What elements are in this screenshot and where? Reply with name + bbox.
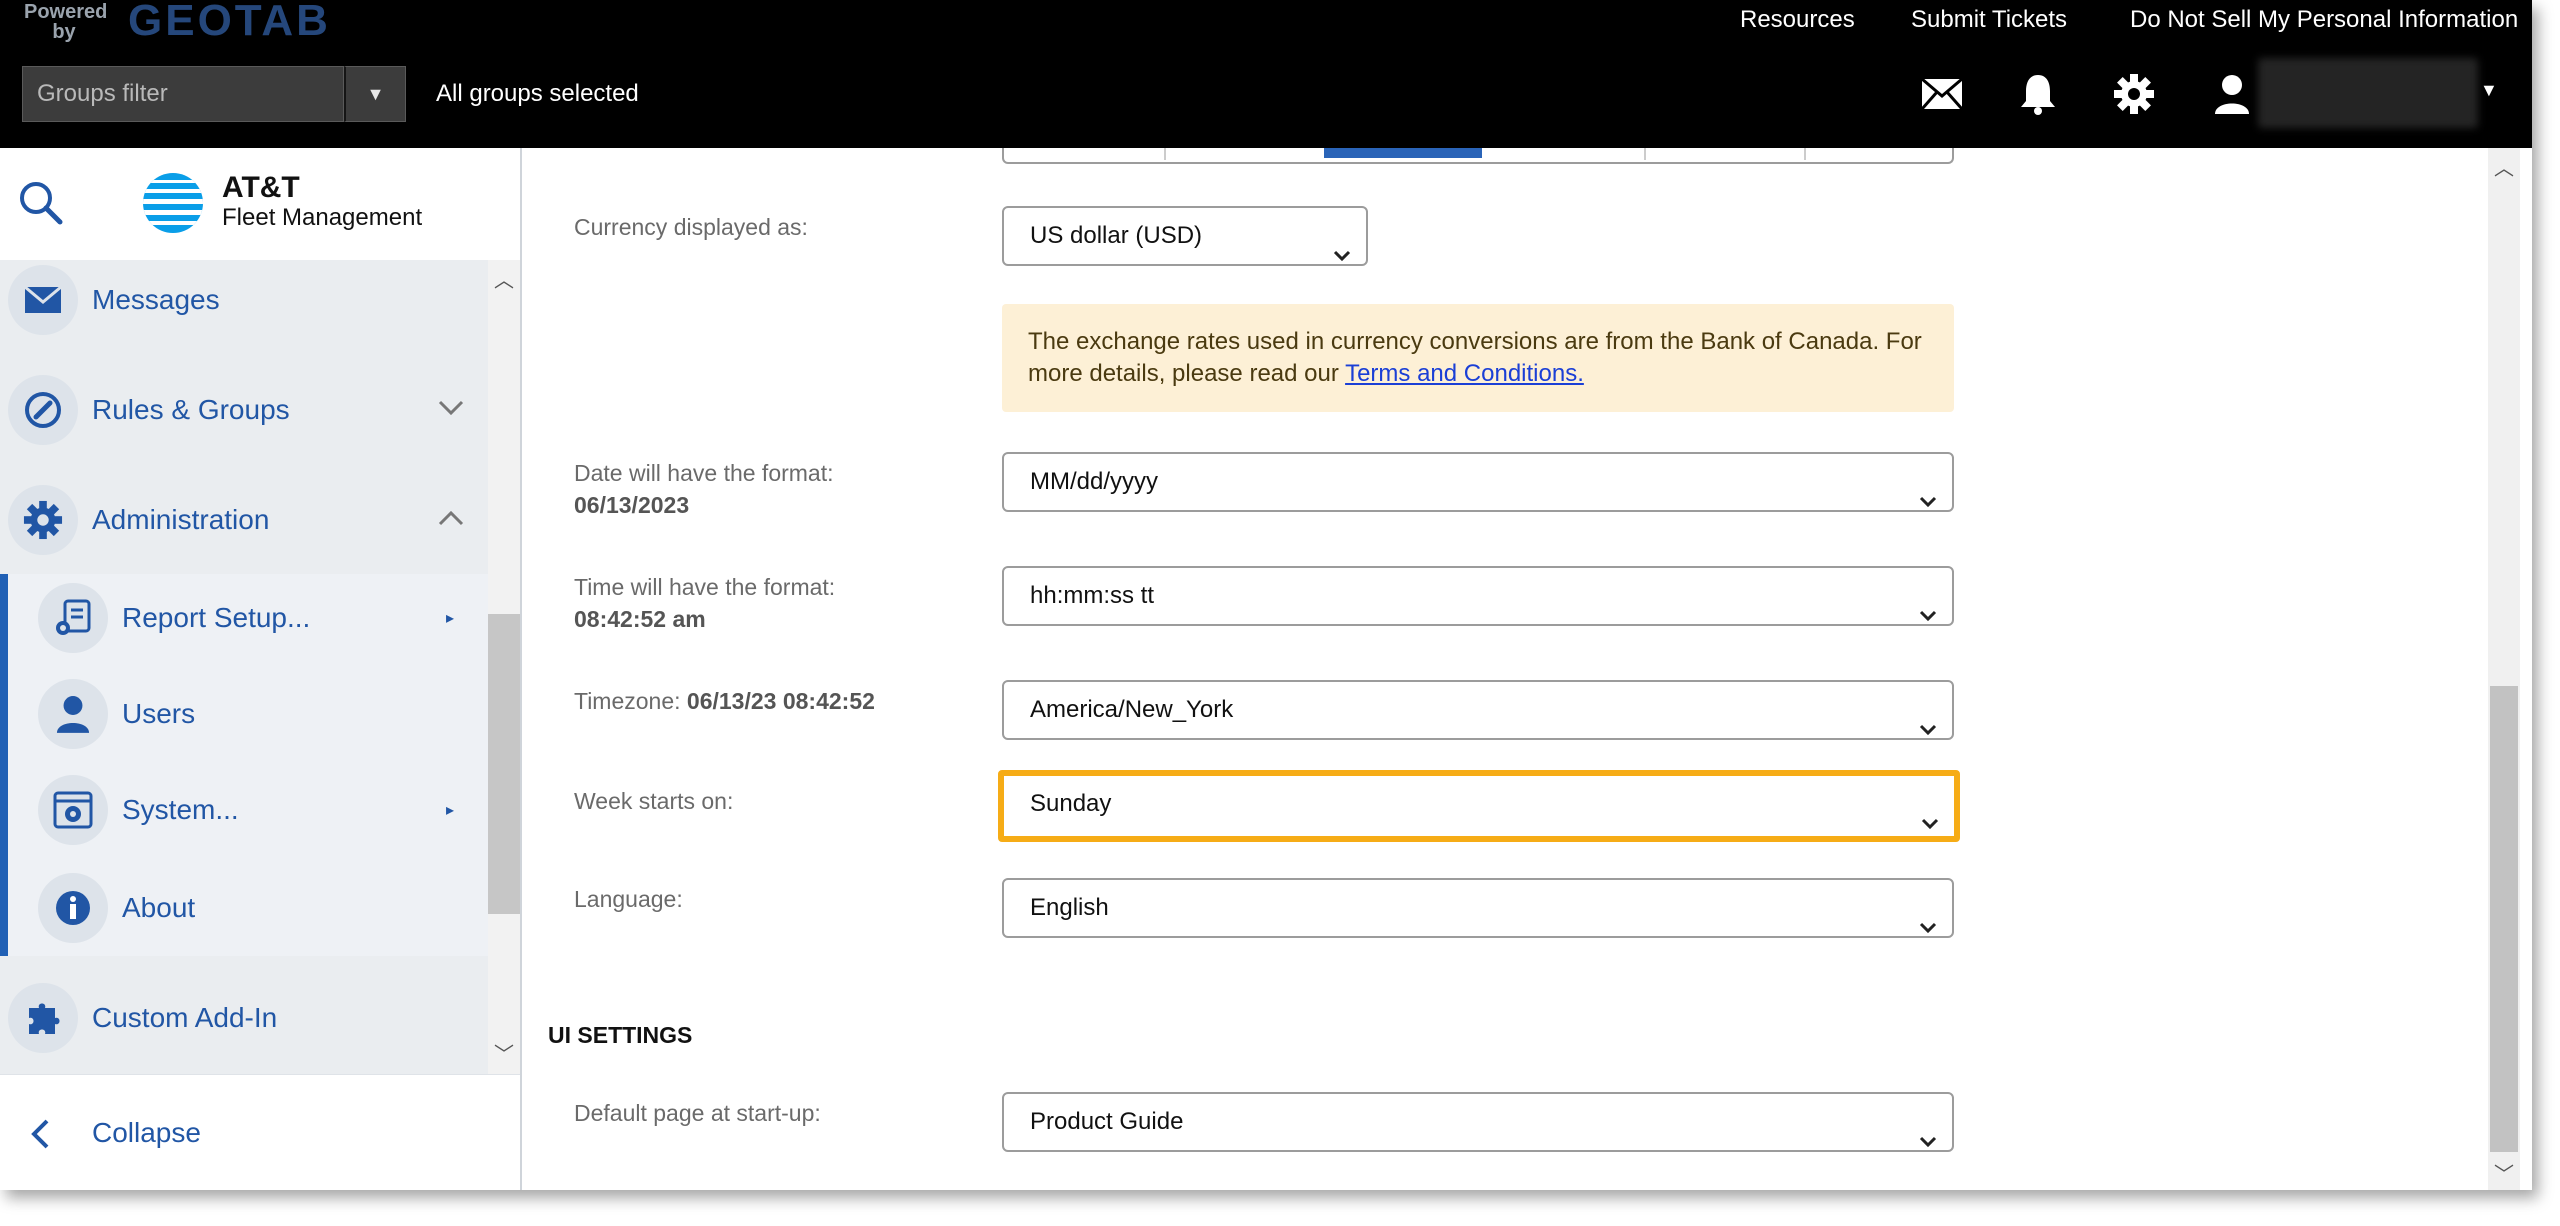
sidebar-item-label: Custom Add-In bbox=[92, 1002, 278, 1033]
sidebar: AT&T Fleet Management Messages Rules & G… bbox=[0, 148, 522, 1190]
currency-label: Currency displayed as: bbox=[574, 214, 808, 240]
exchange-rate-notice: The exchange rates used in currency conv… bbox=[1002, 304, 1954, 412]
user-icon bbox=[38, 679, 108, 749]
sidebar-item-system[interactable]: System... ▸ bbox=[0, 762, 488, 858]
collapse-label: Collapse bbox=[92, 1117, 201, 1148]
language-select[interactable]: English bbox=[1002, 878, 1954, 938]
focus-highlight bbox=[998, 770, 1960, 842]
groups-filter-input[interactable]: Groups filter bbox=[22, 66, 344, 122]
date-format-label: Date will have the format: bbox=[574, 460, 834, 486]
top-bar: Powered by GEOTAB Resources Submit Ticke… bbox=[0, 0, 2532, 148]
scroll-up-icon[interactable]: ︿ bbox=[2488, 152, 2520, 181]
sidebar-item-users[interactable]: Users bbox=[0, 666, 488, 762]
chevron-down-icon bbox=[438, 400, 464, 421]
bell-icon[interactable] bbox=[2014, 70, 2062, 118]
mail-icon bbox=[8, 265, 78, 335]
timezone-select[interactable]: America/New_York bbox=[1002, 680, 1954, 740]
default-page-value: Product Guide bbox=[1030, 1108, 1184, 1135]
timezone-label: Timezone: 06/13/23 08:42:52 bbox=[574, 686, 875, 716]
search-icon[interactable] bbox=[18, 180, 64, 231]
timezone-example: 06/13/23 08:42:52 bbox=[686, 688, 875, 714]
sidebar-item-label: About bbox=[122, 892, 196, 923]
rules-icon bbox=[8, 375, 78, 445]
sidebar-item-label: Users bbox=[122, 698, 196, 729]
submenu-arrow-icon: ▸ bbox=[446, 610, 455, 627]
default-page-select[interactable]: Product Guide bbox=[1002, 1092, 1954, 1152]
sidebar-item-label: System... bbox=[122, 794, 239, 825]
brand-title: AT&T bbox=[222, 171, 300, 204]
sidebar-item-rules-groups[interactable]: Rules & Groups bbox=[0, 362, 488, 458]
sidebar-item-custom-add-in[interactable]: Custom Add-In bbox=[0, 970, 488, 1066]
geotab-logo: GEOTAB bbox=[128, 0, 331, 45]
segmented-control-partial[interactable] bbox=[1002, 148, 1954, 164]
time-format-label: Time will have the format: bbox=[574, 574, 836, 600]
sidebar-item-label: Administration bbox=[92, 504, 270, 535]
gear-icon[interactable] bbox=[2110, 70, 2158, 118]
sidebar-scroll-thumb[interactable] bbox=[488, 614, 520, 914]
administration-submenu: Report Setup... ▸ Users System... ▸ Abou… bbox=[0, 574, 488, 956]
scroll-down-icon[interactable]: ﹀ bbox=[2488, 1158, 2520, 1187]
sidebar-item-administration[interactable]: Administration bbox=[0, 472, 488, 568]
timezone-label-text: Timezone: bbox=[574, 688, 681, 714]
mail-icon[interactable] bbox=[1918, 70, 1966, 118]
currency-value: US dollar (USD) bbox=[1030, 222, 1203, 249]
chevron-left-icon bbox=[30, 1119, 50, 1154]
chevron-down-icon bbox=[1918, 702, 1938, 758]
sidebar-header: AT&T Fleet Management bbox=[0, 148, 520, 260]
sidebar-item-label: Report Setup... bbox=[122, 602, 311, 633]
sidebar-item-messages[interactable]: Messages bbox=[0, 252, 488, 348]
date-format-select[interactable]: MM/dd/yyyy bbox=[1002, 452, 1954, 512]
chevron-down-icon bbox=[1918, 474, 1938, 530]
language-value: English bbox=[1030, 894, 1109, 921]
timezone-value: America/New_York bbox=[1030, 696, 1234, 723]
chevron-up-icon bbox=[438, 510, 464, 531]
sidebar-item-about[interactable]: About bbox=[0, 860, 488, 956]
date-format-value: MM/dd/yyyy bbox=[1030, 468, 1159, 495]
puzzle-icon bbox=[8, 983, 78, 1053]
app-window: Powered by GEOTAB Resources Submit Ticke… bbox=[0, 0, 2532, 1190]
user-name-redacted[interactable] bbox=[2258, 58, 2478, 128]
sidebar-nav: Messages Rules & Groups Administration R… bbox=[0, 260, 488, 1074]
do-not-sell-link[interactable]: Do Not Sell My Personal Information bbox=[2130, 6, 2518, 34]
chevron-down-icon bbox=[1918, 900, 1938, 956]
chevron-down-icon bbox=[1918, 1114, 1938, 1170]
week-start-label: Week starts on: bbox=[574, 788, 734, 814]
groups-filter-dropdown-button[interactable]: ▼ bbox=[344, 66, 406, 122]
terms-link[interactable]: Terms and Conditions. bbox=[1345, 360, 1584, 387]
time-format-example: 08:42:52 am bbox=[574, 606, 706, 632]
sidebar-item-label: Messages bbox=[92, 284, 220, 315]
user-menu-caret-icon[interactable]: ▼ bbox=[2480, 80, 2498, 101]
chevron-down-icon bbox=[1918, 588, 1938, 644]
time-format-value: hh:mm:ss tt bbox=[1030, 582, 1155, 609]
date-format-example: 06/13/2023 bbox=[574, 492, 690, 518]
system-icon bbox=[38, 775, 108, 845]
main-scroll-thumb[interactable] bbox=[2490, 686, 2518, 1152]
resources-link[interactable]: Resources bbox=[1740, 6, 1855, 34]
submit-tickets-link[interactable]: Submit Tickets bbox=[1911, 6, 2067, 34]
brand-subtitle: Fleet Management bbox=[222, 204, 423, 231]
scroll-up-icon[interactable]: ︿ bbox=[488, 264, 520, 293]
time-format-select[interactable]: hh:mm:ss tt bbox=[1002, 566, 1954, 626]
currency-select[interactable]: US dollar (USD) bbox=[1002, 206, 1368, 266]
ui-settings-heading: UI SETTINGS bbox=[548, 1022, 693, 1048]
gear-icon bbox=[8, 485, 78, 555]
sidebar-item-label: Rules & Groups bbox=[92, 394, 290, 425]
groups-status-text: All groups selected bbox=[436, 80, 639, 107]
language-label: Language: bbox=[574, 886, 683, 912]
default-page-label: Default page at start-up: bbox=[574, 1100, 821, 1126]
scroll-down-icon[interactable]: ﹀ bbox=[488, 1038, 520, 1067]
info-icon bbox=[38, 873, 108, 943]
att-globe-icon bbox=[142, 172, 204, 239]
powered-by-label: Powered by bbox=[24, 1, 108, 43]
sidebar-item-report-setup[interactable]: Report Setup... ▸ bbox=[0, 570, 488, 666]
submenu-arrow-icon: ▸ bbox=[446, 802, 455, 819]
report-setup-icon bbox=[38, 583, 108, 653]
collapse-button[interactable]: Collapse bbox=[0, 1074, 520, 1190]
chevron-down-icon bbox=[1332, 228, 1352, 284]
user-icon[interactable] bbox=[2208, 70, 2256, 118]
